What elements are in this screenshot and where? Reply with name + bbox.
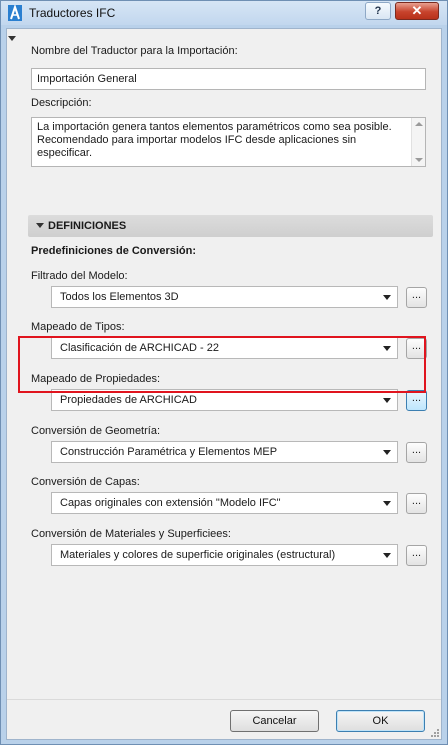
triangle-down-icon (36, 223, 44, 228)
model-filter-value: Todos los Elementos 3D (60, 291, 179, 303)
layer-conversion-select[interactable]: Capas originales con extensión "Modelo I… (51, 492, 398, 514)
close-button[interactable]: ✕ (395, 2, 439, 20)
window-title: Traductores IFC (29, 6, 116, 20)
translator-name-label: Nombre del Traductor para la Importación… (31, 45, 238, 57)
property-mapping-settings-button[interactable]: ... (406, 390, 427, 411)
help-button[interactable]: ? (365, 2, 391, 20)
translator-name-field[interactable]: Importación General (31, 68, 426, 90)
resize-grip-icon[interactable] (430, 728, 440, 738)
material-conversion-settings-button[interactable]: ... (406, 545, 427, 566)
cancel-button[interactable]: Cancelar (230, 710, 319, 732)
layer-conversion-value: Capas originales con extensión "Modelo I… (60, 497, 281, 509)
layer-conversion-settings-button[interactable]: ... (406, 493, 427, 514)
material-conversion-label: Conversión de Materiales y Superficiees: (31, 528, 231, 540)
footer-divider (7, 699, 441, 700)
material-conversion-select[interactable]: Materiales y colores de superficie origi… (51, 544, 398, 566)
model-filter-label: Filtrado del Modelo: (31, 270, 128, 282)
dialog-window: Traductores IFC ? ✕ Nombre del Traductor… (0, 0, 448, 745)
chevron-down-icon (383, 501, 391, 506)
material-conversion-value: Materiales y colores de superficie origi… (60, 549, 336, 561)
scroll-up-icon[interactable] (415, 122, 423, 126)
definitions-section-header[interactable]: DEFINICIONES (28, 215, 433, 237)
chevron-down-icon (383, 553, 391, 558)
geometry-conversion-settings-button[interactable]: ... (406, 442, 427, 463)
geometry-conversion-select[interactable]: Construcción Paramétrica y Elementos MEP (51, 441, 398, 463)
highlight-box (18, 336, 426, 393)
description-scrollbar[interactable] (411, 118, 425, 166)
chevron-down-icon (383, 450, 391, 455)
layer-conversion-label: Conversión de Capas: (31, 476, 140, 488)
ok-button[interactable]: OK (336, 710, 425, 732)
conversion-presets-heading: Predefiniciones de Conversión: (31, 245, 197, 257)
geometry-conversion-label: Conversión de Geometría: (31, 425, 161, 437)
definitions-section-title: DEFINICIONES (48, 220, 127, 232)
property-mapping-value: Propiedades de ARCHICAD (60, 394, 197, 406)
scroll-down-icon[interactable] (415, 158, 423, 162)
chevron-down-icon (383, 398, 391, 403)
model-filter-settings-button[interactable]: ... (406, 287, 427, 308)
type-mapping-label: Mapeado de Tipos: (31, 321, 125, 333)
chevron-down-icon (383, 295, 391, 300)
triangle-down-icon[interactable] (8, 36, 16, 41)
archicad-logo-icon (8, 5, 22, 21)
description-text: La importación genera tantos elementos p… (37, 121, 392, 159)
title-bar[interactable]: Traductores IFC ? ✕ (1, 1, 447, 25)
description-label: Descripción: (31, 97, 92, 109)
description-field[interactable]: La importación genera tantos elementos p… (31, 117, 426, 167)
geometry-conversion-value: Construcción Paramétrica y Elementos MEP (60, 446, 278, 458)
model-filter-select[interactable]: Todos los Elementos 3D (51, 286, 398, 308)
